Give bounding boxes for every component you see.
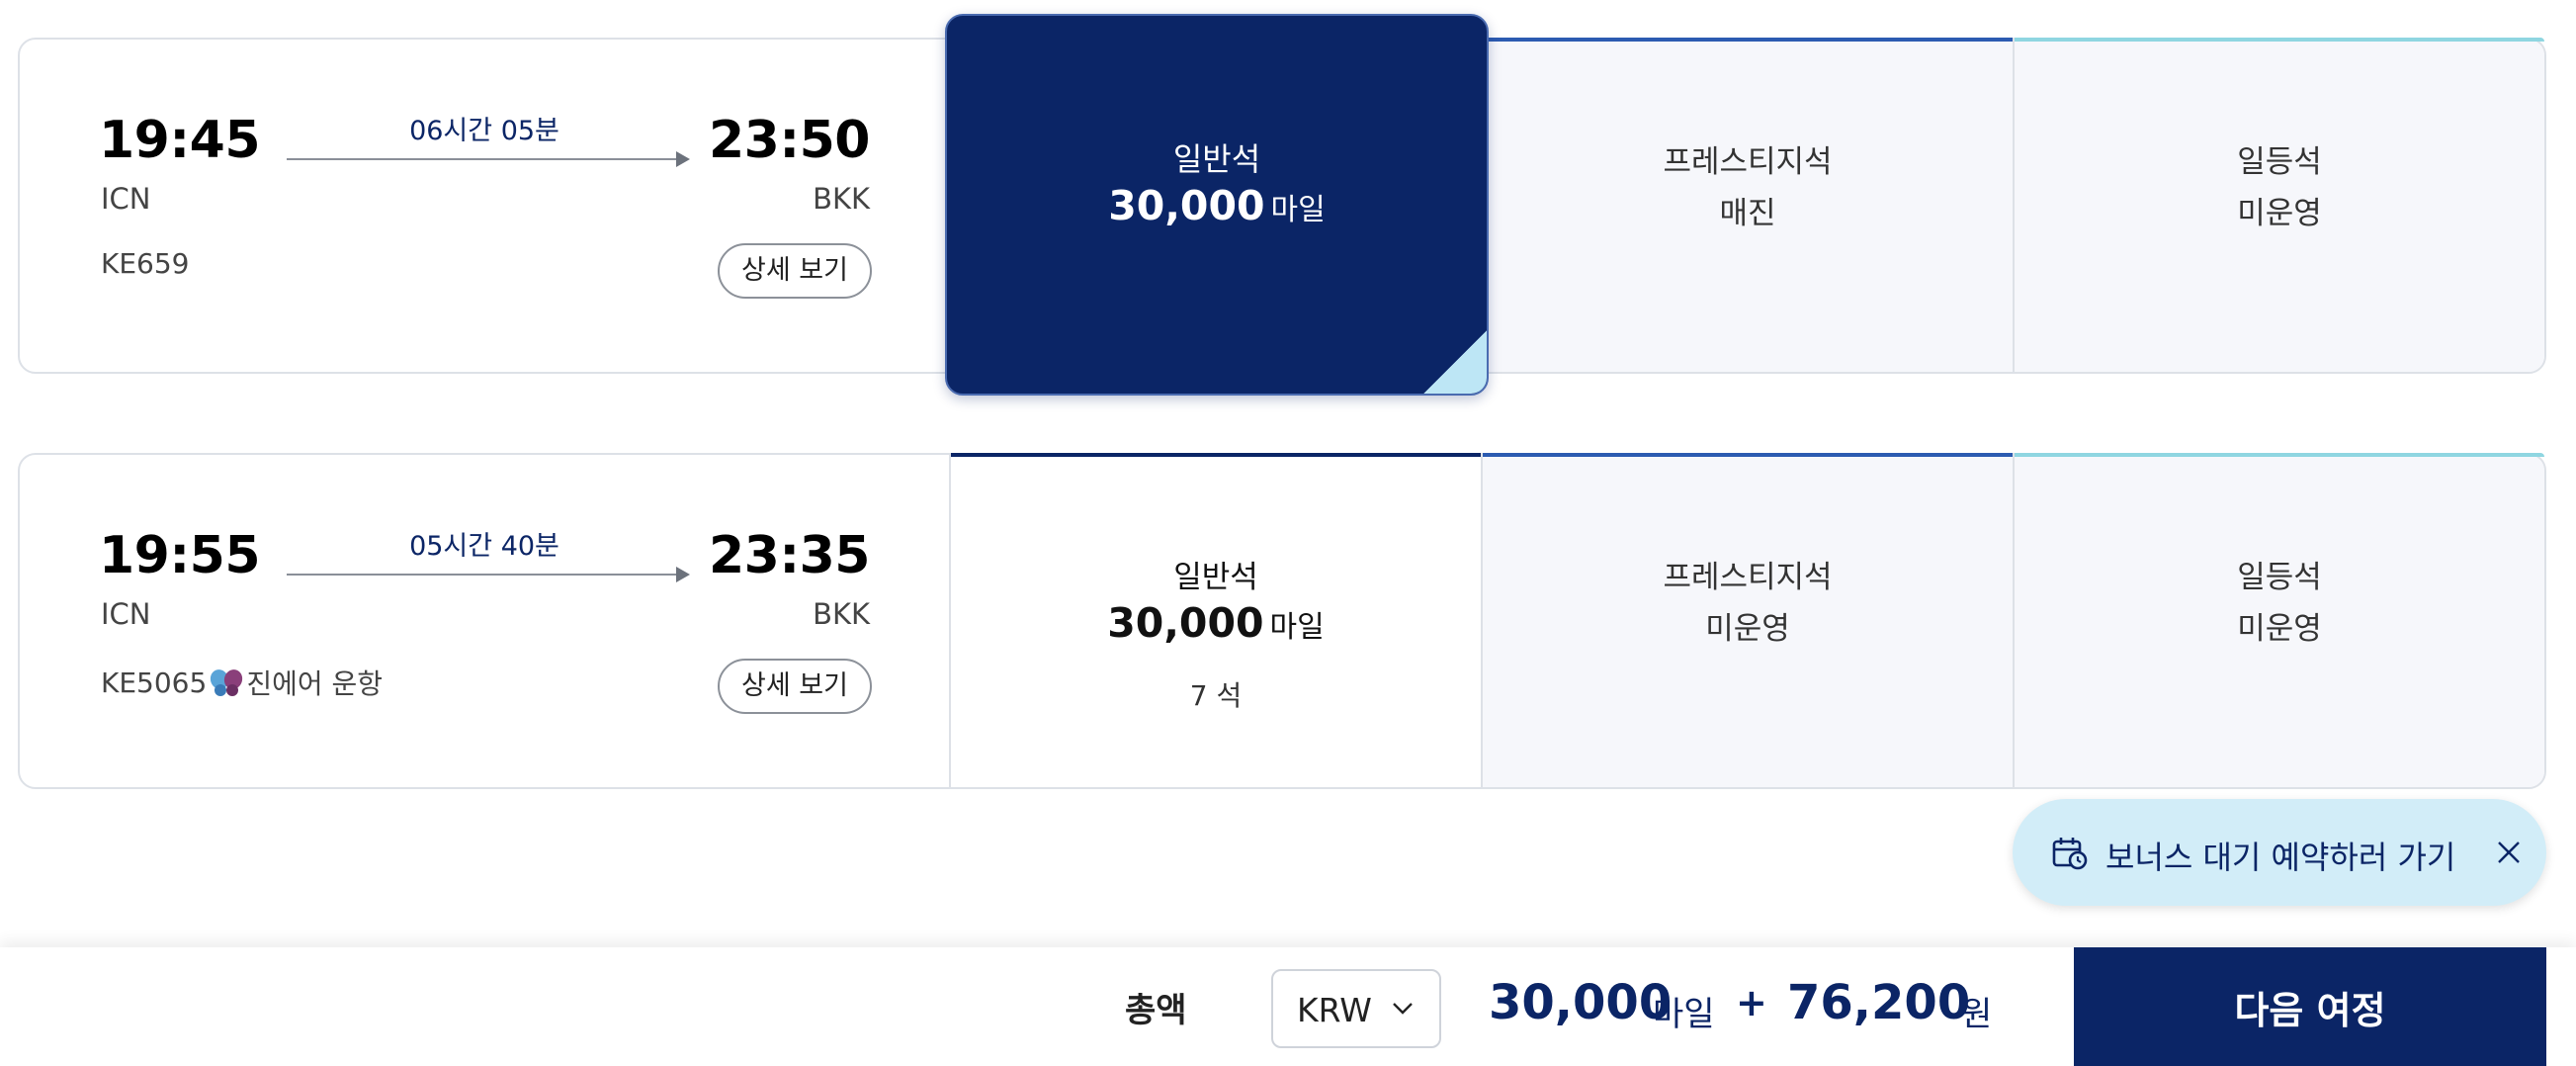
departure-airport: ICN xyxy=(101,182,151,216)
prestige-class-name: 프레스티지석 xyxy=(1663,560,1833,595)
economy-class-name: 일반석 xyxy=(1172,140,1261,178)
prestige-cell[interactable]: 프레스티지석 매진 xyxy=(1481,38,2013,372)
economy-miles-value: 30,000 xyxy=(1108,182,1265,229)
arrival-airport: BKK xyxy=(813,182,870,216)
prestige-class-name: 프레스티지석 xyxy=(1663,144,1833,180)
economy-class-name: 일반석 xyxy=(1173,560,1258,595)
jinair-butterfly-icon xyxy=(211,669,243,696)
waitlist-label[interactable]: 보너스 대기 예약하러 가기 xyxy=(2105,833,2455,878)
total-miles-value: 30,000 xyxy=(1489,975,1673,1030)
flight-number: KE659 xyxy=(101,247,190,280)
currency-value: KRW xyxy=(1297,991,1372,1029)
waitlist-banner[interactable]: 보너스 대기 예약하러 가기 xyxy=(2013,799,2546,906)
flight-info: 19:55 ICN 05시간 40분 23:35 BKK KE5065 진에어 … xyxy=(20,455,949,787)
selected-corner-mark xyxy=(1423,330,1487,394)
departure-time: 19:55 xyxy=(99,526,261,585)
first-cell[interactable]: 일등석 미운영 xyxy=(2013,38,2544,372)
flight-row-2: 19:55 ICN 05시간 40분 23:35 BKK KE5065 진에어 … xyxy=(18,453,2546,789)
seats-remaining: 7 석 xyxy=(1189,679,1243,712)
economy-miles: 30,000 마일 xyxy=(947,182,1487,229)
prestige-status: 미운영 xyxy=(1705,611,1790,647)
departure-time: 19:45 xyxy=(99,111,261,170)
first-class-name: 일등석 xyxy=(2237,560,2322,595)
flight-info: 19:45 ICN 06시간 05분 23:50 BKK KE659 상세 보기 xyxy=(20,40,949,372)
total-won-unit: 원 xyxy=(1961,995,1993,1034)
first-cell[interactable]: 일등석 미운영 xyxy=(2013,453,2544,787)
calendar-clock-icon xyxy=(2052,838,2088,870)
operated-by: 진에어 운항 xyxy=(246,667,384,700)
flight-number: KE5065 진에어 운항 xyxy=(101,663,383,702)
footer-total-bar: 총액 KRW 30,000 마일 + 76,200 원 다음 여정 xyxy=(0,947,2576,1066)
plus-sign: + xyxy=(1736,981,1767,1024)
economy-miles: 30,000 마일 xyxy=(951,599,1481,647)
details-button[interactable]: 상세 보기 xyxy=(718,243,872,299)
economy-miles-unit: 마일 xyxy=(1270,193,1326,227)
arrival-airport: BKK xyxy=(813,597,870,631)
first-status: 미운영 xyxy=(2237,196,2322,231)
flight-duration: 05시간 40분 xyxy=(409,531,559,562)
details-button[interactable]: 상세 보기 xyxy=(718,659,872,714)
close-icon[interactable] xyxy=(2495,839,2523,866)
arrival-time: 23:35 xyxy=(708,526,871,585)
economy-miles-value: 30,000 xyxy=(1107,599,1264,647)
arrival-time: 23:50 xyxy=(708,111,871,170)
flight-number-text: KE5065 xyxy=(101,666,208,699)
economy-selected-card[interactable]: 일반석 30,000 마일 xyxy=(945,14,1489,396)
total-label: 총액 xyxy=(1125,991,1187,1030)
flight-duration: 06시간 05분 xyxy=(409,116,559,146)
first-class-name: 일등석 xyxy=(2237,144,2322,180)
chevron-down-icon xyxy=(1393,1003,1413,1015)
flight-number-text: KE659 xyxy=(101,247,190,280)
first-status: 미운영 xyxy=(2237,611,2322,647)
economy-cell[interactable]: 일반석 30,000 마일 7 석 xyxy=(949,453,1481,787)
economy-miles-unit: 마일 xyxy=(1269,610,1325,645)
route-arrow-icon xyxy=(676,151,690,167)
prestige-status: 매진 xyxy=(1719,196,1776,231)
departure-airport: ICN xyxy=(101,597,151,631)
route-line xyxy=(287,574,682,576)
next-journey-button[interactable]: 다음 여정 xyxy=(2074,947,2546,1066)
route-arrow-icon xyxy=(676,567,690,582)
route-line xyxy=(287,158,682,160)
prestige-cell[interactable]: 프레스티지석 미운영 xyxy=(1481,453,2013,787)
currency-select[interactable]: KRW xyxy=(1271,969,1441,1048)
total-won-value: 76,200 xyxy=(1787,975,1971,1030)
total-miles-unit: 마일 xyxy=(1653,995,1715,1034)
